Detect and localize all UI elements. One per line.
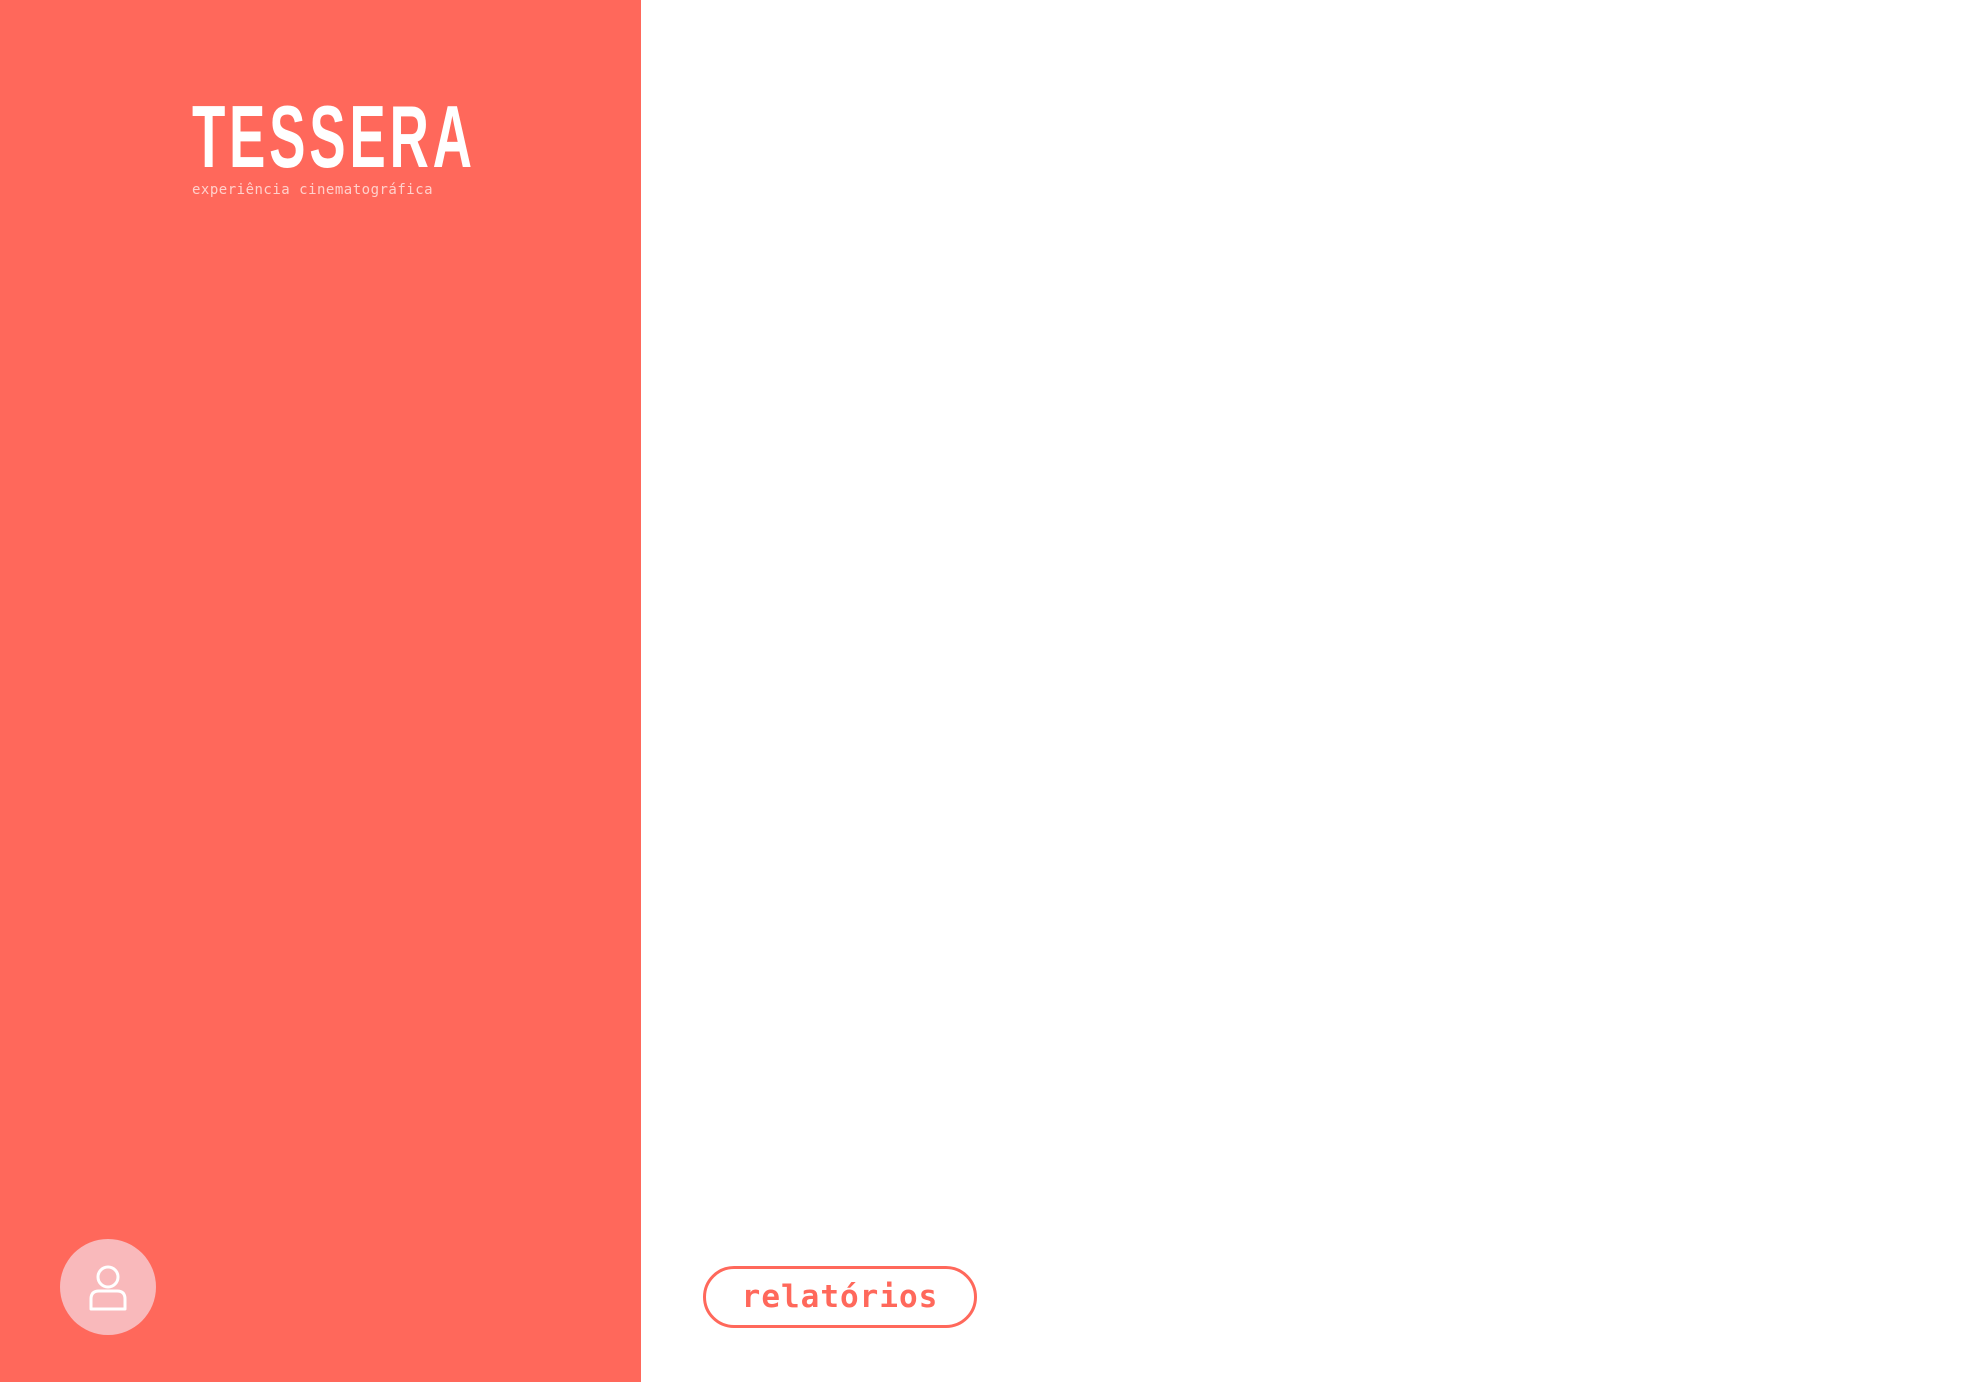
brand-logo: TESSERA experiência cinematográfica [192, 87, 476, 199]
user-profile-button[interactable] [60, 1239, 156, 1335]
app-root: TESSERA experiência cinematográfica rela… [0, 0, 1982, 1382]
sidebar: TESSERA experiência cinematográfica [0, 0, 641, 1382]
reports-button[interactable]: relatórios [703, 1266, 977, 1328]
user-icon [89, 1265, 127, 1311]
brand-title: TESSERA [192, 87, 476, 186]
main-content: relatórios [641, 0, 1982, 1382]
